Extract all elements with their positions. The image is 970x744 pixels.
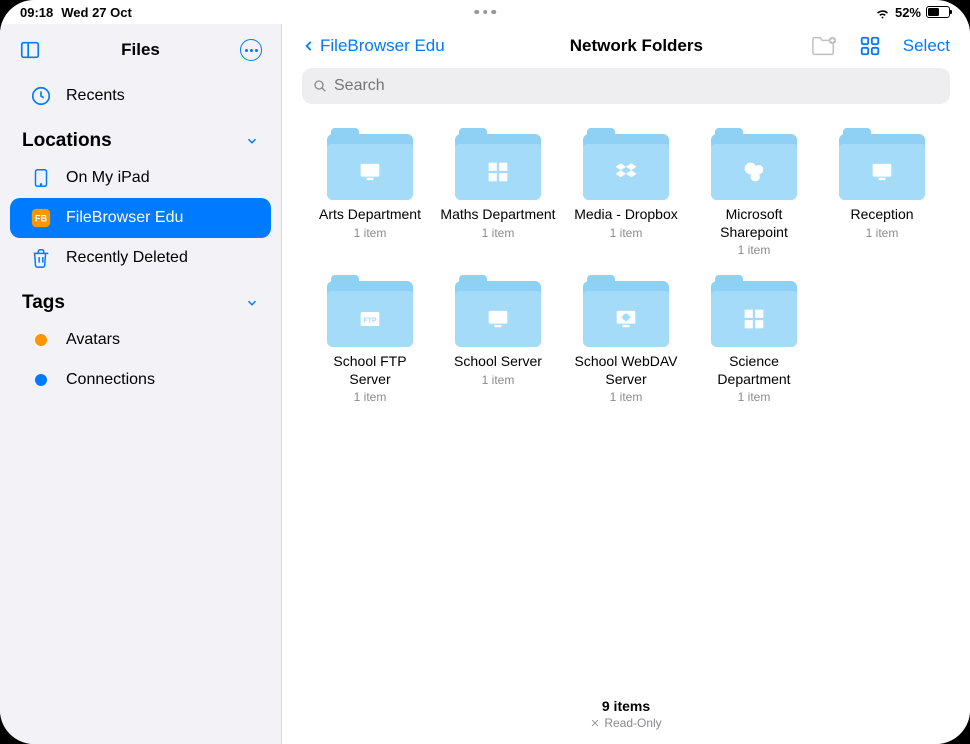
folder-icon — [583, 281, 669, 347]
trash-icon — [30, 247, 52, 269]
section-label: Locations — [22, 130, 112, 152]
section-label: Tags — [22, 292, 65, 314]
chevron-down-icon — [245, 296, 259, 310]
folder-item[interactable]: Science Department 1 item — [696, 281, 812, 404]
folder-item[interactable]: Maths Department 1 item — [440, 134, 556, 257]
sidebar-item-label: Recently Deleted — [66, 249, 188, 267]
search-icon — [312, 78, 328, 94]
folder-subtitle: 1 item — [738, 243, 771, 257]
folder-icon: FTP — [327, 281, 413, 347]
tag-dot-icon — [30, 369, 52, 391]
folder-icon — [455, 134, 541, 200]
back-button[interactable]: FileBrowser Edu — [302, 36, 462, 56]
item-count: 9 items — [282, 698, 970, 714]
folder-item[interactable]: FTP School FTP Server 1 item — [312, 281, 428, 404]
back-label: FileBrowser Edu — [320, 36, 445, 56]
new-folder-icon — [811, 35, 837, 57]
footer: 9 items Read-Only — [282, 690, 970, 744]
more-options-button[interactable] — [239, 38, 263, 62]
folder-grid: Arts Department 1 item Maths Department 1 i… — [282, 114, 970, 690]
folder-subtitle: 1 item — [354, 390, 387, 404]
sidebar: Files Recents Locations On My iPad — [0, 24, 282, 744]
x-icon — [590, 718, 600, 728]
folder-subtitle: 1 item — [354, 226, 387, 240]
search-bar[interactable] — [302, 68, 950, 104]
folder-item[interactable]: Microsoft Sharepoint 1 item — [696, 134, 812, 257]
folder-icon — [455, 281, 541, 347]
sidebar-item-filebrowser-edu[interactable]: FB FileBrowser Edu — [10, 198, 271, 238]
status-date: Wed 27 Oct — [61, 5, 132, 20]
chevron-down-icon — [245, 134, 259, 148]
section-header-locations[interactable]: Locations — [0, 116, 281, 158]
folder-name: Microsoft Sharepoint — [696, 206, 812, 241]
wifi-icon — [875, 5, 890, 20]
status-time: 09:18 — [20, 5, 53, 20]
sidebar-item-label: FileBrowser Edu — [66, 209, 183, 227]
sidebar-item-on-my-ipad[interactable]: On My iPad — [10, 158, 271, 198]
read-only-badge: Read-Only — [282, 716, 970, 730]
filebrowser-app-icon: FB — [30, 207, 52, 229]
folder-icon — [327, 134, 413, 200]
sidebar-item-label: Recents — [66, 87, 125, 105]
folder-subtitle: 1 item — [610, 390, 643, 404]
svg-text:FTP: FTP — [363, 318, 377, 325]
folder-subtitle: 1 item — [482, 226, 515, 240]
folder-icon — [711, 134, 797, 200]
hide-sidebar-button[interactable] — [18, 38, 42, 62]
folder-name: Maths Department — [440, 206, 555, 224]
svg-text:FB: FB — [35, 214, 48, 224]
section-header-tags[interactable]: Tags — [0, 278, 281, 320]
ipad-icon — [30, 167, 52, 189]
chevron-left-icon — [302, 36, 316, 56]
folder-item[interactable]: School WebDAV Server 1 item — [568, 281, 684, 404]
folder-icon — [711, 281, 797, 347]
sidebar-item-label: On My iPad — [66, 169, 150, 187]
select-button[interactable]: Select — [903, 36, 950, 56]
folder-subtitle: 1 item — [610, 226, 643, 240]
multitasking-dots[interactable] — [474, 10, 496, 15]
folder-name: School WebDAV Server — [568, 353, 684, 388]
sidebar-title: Files — [42, 40, 239, 60]
folder-name: Arts Department — [319, 206, 421, 224]
search-input[interactable] — [334, 77, 940, 95]
toolbar: FileBrowser Edu Network Folders Select — [282, 24, 970, 68]
battery-percent: 52% — [895, 5, 921, 20]
clock-icon — [30, 85, 52, 107]
folder-icon — [583, 134, 669, 200]
sidebar-item-label: Connections — [66, 371, 155, 389]
sidebar-item-recents[interactable]: Recents — [10, 76, 271, 116]
page-title: Network Folders — [472, 36, 801, 56]
folder-name: Reception — [850, 206, 913, 224]
folder-name: School Server — [454, 353, 542, 371]
folder-subtitle: 1 item — [482, 373, 515, 387]
folder-subtitle: 1 item — [866, 226, 899, 240]
folder-name: Science Department — [696, 353, 812, 388]
folder-icon — [839, 134, 925, 200]
sidebar-tag-connections[interactable]: Connections — [10, 360, 271, 400]
folder-subtitle: 1 item — [738, 390, 771, 404]
folder-item[interactable]: Reception 1 item — [824, 134, 940, 257]
tag-dot-icon — [30, 329, 52, 351]
folder-item[interactable]: School Server 1 item — [440, 281, 556, 404]
sidebar-item-recently-deleted[interactable]: Recently Deleted — [10, 238, 271, 278]
sidebar-tag-avatars[interactable]: Avatars — [10, 320, 271, 360]
sidebar-item-label: Avatars — [66, 331, 120, 349]
folder-name: School FTP Server — [312, 353, 428, 388]
grid-view-icon[interactable] — [859, 35, 881, 57]
folder-item[interactable]: Arts Department 1 item — [312, 134, 428, 257]
folder-item[interactable]: Media - Dropbox 1 item — [568, 134, 684, 257]
folder-name: Media - Dropbox — [574, 206, 678, 224]
battery-icon — [926, 6, 950, 18]
status-bar: 09:18 Wed 27 Oct 52% — [0, 0, 970, 24]
